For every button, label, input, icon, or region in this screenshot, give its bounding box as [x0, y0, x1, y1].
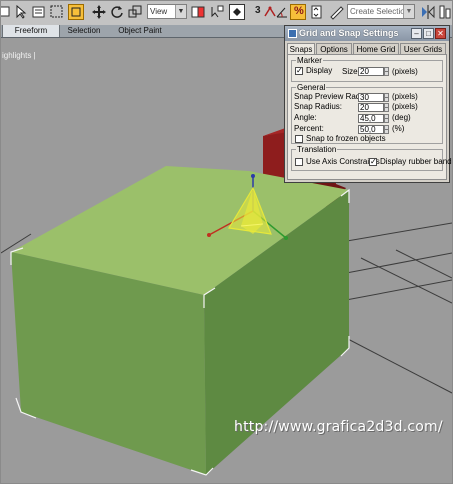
- app-icon: [288, 29, 297, 38]
- keyboard-shortcut-override-icon[interactable]: [229, 4, 245, 20]
- angle-spinner[interactable]: 45,0: [358, 114, 389, 123]
- tab-user-grids[interactable]: User Grids: [400, 43, 446, 54]
- spinner-arrows-icon[interactable]: [384, 114, 389, 123]
- percent-snap-button[interactable]: %: [290, 4, 306, 20]
- select-by-name-icon[interactable]: [31, 4, 47, 20]
- angle-snap-icon[interactable]: [274, 4, 290, 20]
- general-group: General Snap Preview Radius: 30 (pixels)…: [291, 83, 443, 144]
- general-group-title: General: [296, 83, 327, 92]
- marker-group-title: Marker: [296, 56, 323, 65]
- watermark: http://www.grafica2d3d.com/: [234, 419, 443, 435]
- dialog-title: Grid and Snap Settings: [299, 28, 399, 38]
- select-filter-icon[interactable]: [1, 4, 13, 20]
- mirror-icon[interactable]: [420, 4, 436, 20]
- marker-group: Marker ✓ Display Size: 20 (pixels): [291, 56, 443, 82]
- angle-label: Angle:: [294, 113, 317, 122]
- angle-unit: (deg): [392, 113, 411, 122]
- snap-radius-label: Snap Radius:: [294, 102, 343, 111]
- select-manipulate-icon[interactable]: [209, 4, 225, 20]
- edit-named-selection-icon[interactable]: [329, 4, 345, 20]
- maximize-icon[interactable]: □: [423, 28, 434, 39]
- tab-object-paint[interactable]: Object Paint: [111, 25, 169, 37]
- angle-value: 45,0: [360, 114, 376, 123]
- pivot-center-icon[interactable]: [190, 4, 206, 20]
- chevron-down-icon: ▼: [403, 5, 414, 18]
- rectangular-selection-icon[interactable]: [49, 4, 65, 20]
- rubber-band-checkbox[interactable]: ✓: [369, 158, 377, 166]
- close-icon[interactable]: ✕: [435, 28, 446, 39]
- spinner-arrows-icon[interactable]: [384, 125, 389, 134]
- app-window: View ▼ 3 % Create Selection Se ▼ Freefor…: [0, 0, 453, 484]
- snaps-toggle-label[interactable]: 3: [255, 5, 261, 16]
- snap-frozen-label: Snap to frozen objects: [306, 134, 386, 143]
- rotate-icon[interactable]: [109, 4, 125, 20]
- percent-snap-icon: %: [294, 5, 304, 17]
- snap-frozen-checkbox[interactable]: [295, 135, 303, 143]
- snap-preview-radius-spinner[interactable]: 30: [358, 93, 389, 102]
- move-icon[interactable]: [91, 4, 107, 20]
- snap-radius-value: 20: [360, 103, 369, 112]
- dialog-title-bar[interactable]: Grid and Snap Settings – □ ✕: [285, 26, 449, 41]
- window-crossing-icon[interactable]: [68, 4, 84, 20]
- reference-coordinate-select[interactable]: View ▼: [147, 4, 187, 19]
- minimize-icon[interactable]: –: [411, 28, 422, 39]
- chevron-down-icon: ▼: [175, 5, 186, 18]
- named-selection-set-select[interactable]: Create Selection Se ▼: [347, 4, 415, 19]
- percent-value: 50,0: [360, 125, 376, 134]
- translation-group-title: Translation: [296, 145, 338, 154]
- scale-icon[interactable]: [127, 4, 143, 20]
- tab-freeform[interactable]: Freeform: [2, 25, 60, 37]
- size-unit: (pixels): [392, 67, 418, 76]
- spinner-arrows-icon[interactable]: [384, 103, 389, 112]
- reference-coordinate-value: View: [150, 7, 168, 16]
- main-toolbar: View ▼ 3 % Create Selection Se ▼: [1, 1, 452, 26]
- percent-spinner[interactable]: 50,0: [358, 125, 389, 134]
- tab-selection[interactable]: Selection: [59, 25, 109, 37]
- select-object-icon[interactable]: [13, 4, 29, 20]
- snap-preview-radius-unit: (pixels): [392, 92, 418, 101]
- snap-radius-unit: (pixels): [392, 102, 418, 111]
- size-value: 20: [360, 67, 369, 76]
- viewport-label[interactable]: ighlights |: [2, 51, 36, 60]
- spinner-arrows-icon[interactable]: [384, 67, 389, 76]
- snap-preview-radius-value: 30: [360, 93, 369, 102]
- display-checkbox[interactable]: ✓: [295, 67, 303, 75]
- grid-snap-settings-dialog: Grid and Snap Settings – □ ✕ Snaps Optio…: [284, 25, 452, 183]
- tab-options[interactable]: Options: [316, 43, 352, 54]
- percent-label: Percent:: [294, 124, 324, 133]
- snap-radius-spinner[interactable]: 20: [358, 103, 389, 112]
- spinner-snap-icon[interactable]: [309, 4, 325, 20]
- display-label: Display: [306, 66, 333, 75]
- size-spinner[interactable]: 20: [358, 67, 389, 76]
- dialog-tabs: Snaps Options Home Grid User Grids: [287, 43, 447, 55]
- rubber-band-label: Display rubber band: [380, 157, 452, 166]
- spinner-arrows-icon[interactable]: [384, 93, 389, 102]
- translation-group: Translation Use Axis Constraints ✓ Displ…: [291, 145, 452, 171]
- tab-home-grid[interactable]: Home Grid: [353, 43, 399, 54]
- align-icon[interactable]: [437, 4, 452, 20]
- snaps-panel: Marker ✓ Display Size: 20 (pixels) Gener…: [287, 54, 452, 180]
- percent-unit: (%): [392, 124, 405, 133]
- axis-constraints-checkbox[interactable]: [295, 158, 303, 166]
